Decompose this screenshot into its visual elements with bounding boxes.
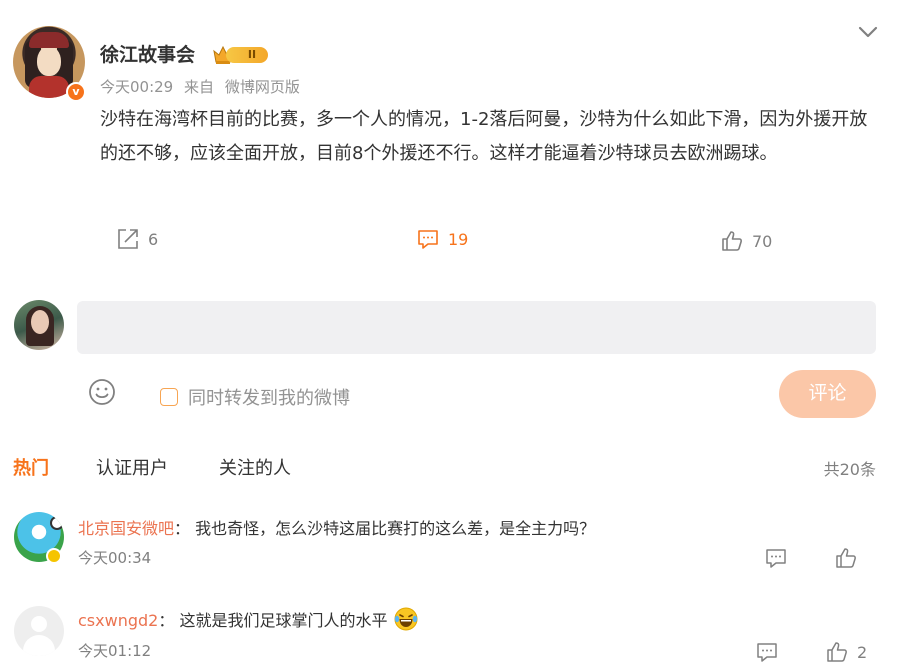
repost-button[interactable]: 6 (116, 224, 158, 254)
post-time[interactable]: 今天00:29 (100, 78, 173, 96)
thumbs-up-icon (722, 231, 742, 251)
comment-avatar-default[interactable] (14, 606, 64, 656)
tab-verified-users[interactable]: 认证用户 (96, 454, 168, 480)
comment-separator: ： (174, 519, 191, 538)
comment-text: 我也奇怪，怎么沙特这届比赛打的这么差，是全主力吗？ (195, 519, 596, 538)
comment-username[interactable]: csxwngd2 (78, 611, 158, 630)
comment-icon (418, 230, 438, 249)
comment-count: 19 (448, 229, 469, 249)
comment-icon (757, 643, 777, 662)
comment-separator: ： (158, 611, 175, 630)
comment-reply-button[interactable] (755, 641, 779, 663)
share-icon (118, 229, 138, 249)
comment-time: 今天01:12 (78, 642, 152, 660)
post-meta: 今天00:29 来自 微博网页版 (100, 76, 306, 97)
comment-like-button[interactable] (834, 546, 866, 570)
post-text: 沙特在海湾杯目前的比赛，多一个人的情况，1-2落后阿曼，沙特为什么如此下滑，因为… (100, 109, 868, 164)
comment-icon (766, 549, 786, 568)
tab-following[interactable]: 关注的人 (219, 454, 291, 480)
comment-button[interactable]: 19 (416, 224, 468, 254)
repost-count: 6 (148, 229, 159, 249)
emoji-icon[interactable] (88, 378, 116, 406)
vip-badge[interactable]: II (212, 44, 268, 66)
like-button[interactable]: 70 (720, 226, 772, 256)
comment-input[interactable] (77, 301, 876, 354)
comment-like-count: 2 (857, 642, 868, 662)
thumbs-up-icon (836, 548, 856, 568)
tab-hot[interactable]: 热门 (13, 454, 49, 480)
author-name[interactable]: 徐江故事会 (100, 40, 195, 67)
comment-item: csxwngd2： 这就是我们足球掌门人的水平 (78, 606, 419, 632)
verified-icon: v (66, 82, 86, 102)
comment-reply-button[interactable] (764, 547, 788, 569)
thumbs-up-icon (827, 642, 847, 662)
post-source[interactable]: 微博网页版 (225, 78, 300, 96)
total-comment-count: 共20条 (823, 460, 876, 479)
comment-like-button[interactable]: 2 (825, 640, 867, 664)
verified-icon (46, 548, 62, 564)
comment-item: 北京国安微吧： 我也奇怪，怎么沙特这届比赛打的这么差，是全主力吗？ (78, 515, 595, 539)
repost-to-my-weibo-checkbox[interactable]: 同时转发到我的微博 (160, 384, 350, 410)
laughing-tears-emoji-icon (394, 607, 418, 631)
vip-level-label: II (226, 47, 268, 63)
comment-username[interactable]: 北京国安微吧 (78, 519, 174, 538)
comment-text: 这就是我们足球掌门人的水平 (179, 611, 388, 630)
comment-time: 今天00:34 (78, 549, 152, 567)
submit-comment-button[interactable]: 评论 (779, 370, 876, 418)
source-prefix: 来自 (184, 78, 215, 96)
repost-checkbox-label: 同时转发到我的微博 (188, 388, 350, 409)
like-count: 70 (752, 231, 773, 251)
checkbox-box[interactable] (160, 388, 178, 406)
chevron-down-icon[interactable] (858, 24, 878, 40)
current-user-avatar[interactable] (14, 300, 64, 350)
